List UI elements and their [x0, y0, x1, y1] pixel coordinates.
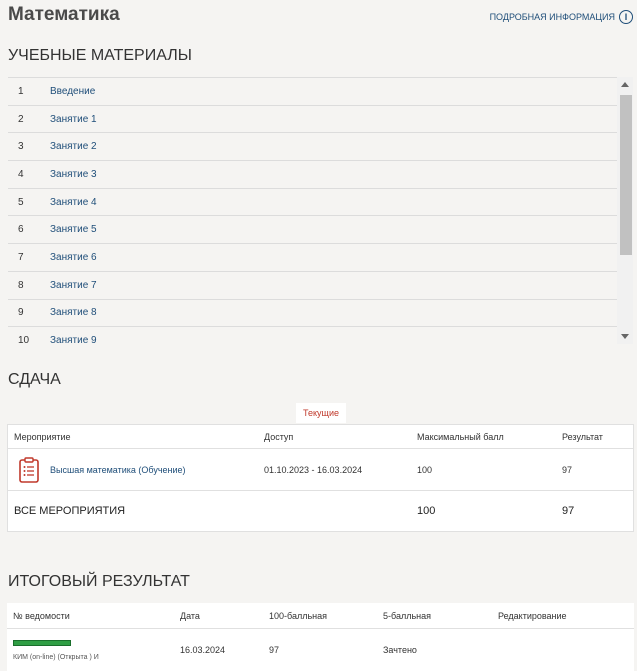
material-link[interactable]: Занятие 9 — [50, 335, 97, 344]
document-checklist-icon — [19, 456, 39, 483]
material-link[interactable]: Занятие 7 — [50, 280, 97, 291]
list-item: 7 Занятие 6 — [8, 243, 617, 271]
materials-list-container: 1 Введение 2 Занятие 1 3 Занятие 2 4 Занятие 3 5… — [8, 77, 633, 344]
col-date: Дата — [180, 610, 200, 621]
item-number: 9 — [18, 307, 24, 319]
material-link[interactable]: Введение — [50, 86, 95, 97]
item-number: 4 — [18, 168, 24, 180]
material-link[interactable]: Занятие 1 — [50, 114, 97, 125]
list-item: 2 Занятие 1 — [8, 104, 617, 133]
total-result: 97 — [562, 505, 575, 517]
list-item: 6 Занятие 5 — [8, 215, 617, 243]
final-table: № ведомости Дата 100-балльная 5-балльная… — [7, 603, 634, 671]
page-title: Математика — [8, 4, 120, 25]
materials-scrollbar[interactable] — [617, 77, 633, 344]
list-item: 5 Занятие 4 — [8, 187, 617, 216]
materials-heading: УЧЕБНЫЕ МАТЕРИАЛЫ — [8, 47, 192, 64]
submission-heading: СДАЧА — [8, 371, 61, 388]
event-cell: Высшая математика (Обучение) — [8, 456, 264, 483]
event-link[interactable]: Высшая математика (Обучение) — [50, 465, 186, 475]
material-link[interactable]: Занятие 3 — [50, 169, 97, 180]
details-link[interactable]: ПОДРОБНАЯ ИНФОРМАЦИЯ i — [490, 10, 633, 24]
scroll-up-arrow-icon[interactable] — [621, 82, 629, 87]
scroll-down-arrow-icon[interactable] — [621, 334, 629, 339]
sheet-name[interactable]: КИМ (on-line) (Открыта ) И — [13, 654, 180, 661]
list-item: 4 Занятие 3 — [8, 160, 617, 188]
submission-table-header: Мероприятие Доступ Максимальный балл Рез… — [8, 425, 633, 449]
score-5-cell: Зачтено — [383, 645, 417, 655]
sheet-progress-bar — [13, 639, 71, 646]
list-item: 10 Занятие 9 — [8, 326, 617, 344]
material-link[interactable]: Занятие 2 — [50, 141, 97, 152]
item-number: 7 — [18, 251, 24, 263]
table-row: Высшая математика (Обучение) 01.10.2023 … — [8, 449, 633, 491]
result-cell: 97 — [562, 464, 573, 475]
list-item: 9 Занятие 8 — [8, 298, 617, 327]
access-cell: 01.10.2023 - 16.03.2024 — [264, 464, 363, 475]
score-100-cell: 97 — [269, 645, 280, 655]
submission-table: Мероприятие Доступ Максимальный балл Рез… — [7, 424, 634, 532]
material-link[interactable]: Занятие 6 — [50, 252, 97, 263]
item-number: 6 — [18, 224, 24, 236]
max-score-cell: 100 — [417, 464, 433, 475]
scroll-thumb[interactable] — [620, 95, 632, 255]
date-cell: 16.03.2024 — [180, 645, 226, 655]
col-score-5: 5-балльная — [383, 610, 431, 621]
list-item: 1 Введение — [8, 77, 617, 105]
material-link[interactable]: Занятие 8 — [50, 307, 97, 318]
col-access: Доступ — [264, 431, 294, 442]
table-row: КИМ (on-line) (Открыта ) И 16.03.2024 97… — [7, 629, 634, 671]
material-link[interactable]: Занятие 4 — [50, 197, 97, 208]
material-link[interactable]: Занятие 5 — [50, 224, 97, 235]
col-sheet-number: № ведомости — [13, 610, 70, 621]
details-link-label: ПОДРОБНАЯ ИНФОРМАЦИЯ — [489, 12, 615, 22]
sheet-cell: КИМ (on-line) (Открыта ) И — [7, 639, 180, 661]
item-number: 10 — [18, 335, 30, 344]
col-result: Результат — [562, 431, 603, 442]
total-max-score: 100 — [417, 505, 436, 517]
list-item: 8 Занятие 7 — [8, 270, 617, 299]
col-max-score: Максимальный балл — [417, 431, 504, 442]
total-row: ВСЕ МЕРОПРИЯТИЯ 100 97 — [8, 491, 633, 531]
item-number: 1 — [18, 85, 24, 97]
final-table-header: № ведомости Дата 100-балльная 5-балльная… — [7, 603, 634, 629]
tab-current[interactable]: Текущие — [296, 403, 346, 423]
item-number: 3 — [18, 141, 24, 153]
item-number: 5 — [18, 196, 24, 208]
item-number: 2 — [18, 113, 24, 125]
col-event: Мероприятие — [14, 431, 71, 442]
materials-list: 1 Введение 2 Занятие 1 3 Занятие 2 4 Занятие 3 5… — [8, 77, 617, 344]
total-label: ВСЕ МЕРОПРИЯТИЯ — [14, 505, 126, 517]
list-item: 3 Занятие 2 — [8, 132, 617, 160]
info-icon: i — [619, 10, 633, 24]
col-score-100: 100-балльная — [269, 610, 328, 621]
col-edit: Редактирование — [498, 610, 567, 621]
item-number: 8 — [18, 279, 24, 291]
final-heading: ИТОГОВЫЙ РЕЗУЛЬТАТ — [8, 573, 190, 590]
